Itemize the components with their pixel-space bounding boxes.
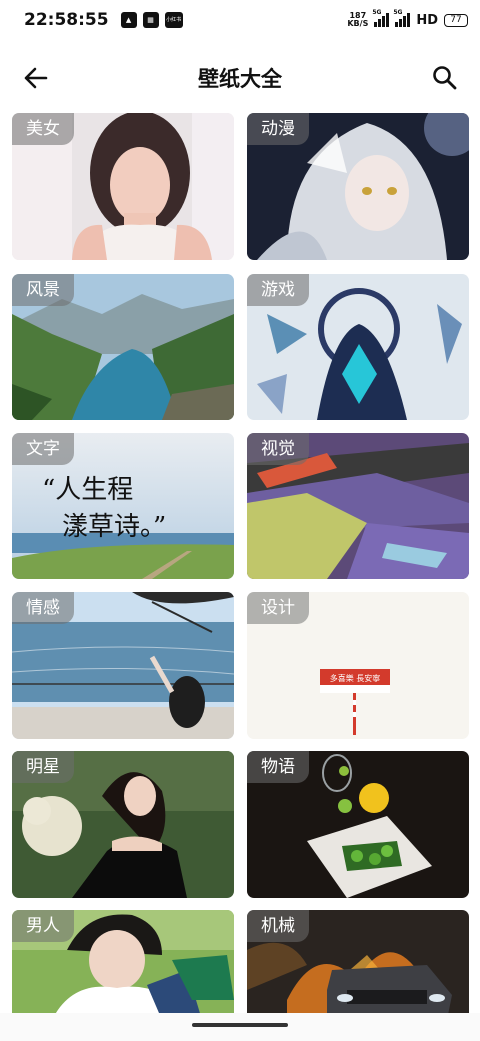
category-label: 情感 [12, 592, 74, 624]
news-app-icon: 小红书 [164, 12, 183, 28]
back-button[interactable] [20, 64, 52, 92]
net-speed: 187 KB/S [347, 11, 369, 28]
home-indicator[interactable] [192, 1023, 288, 1027]
category-card-men[interactable]: 男人 [12, 910, 234, 1013]
category-card-visual[interactable]: 视觉 [247, 433, 469, 579]
hd-indicator: HD [416, 12, 438, 28]
category-label: 机械 [247, 910, 309, 942]
category-label: 男人 [12, 910, 74, 942]
category-label: 视觉 [247, 433, 309, 465]
category-label: 文字 [12, 433, 74, 465]
app-icon: ▲ [120, 12, 137, 28]
top-app-bar: 壁纸大全 [0, 52, 480, 104]
category-label: 风景 [12, 274, 74, 306]
category-label: 物语 [247, 751, 309, 783]
category-card-games[interactable]: 游戏 [247, 274, 469, 420]
category-label: 美女 [12, 113, 74, 145]
category-label: 动漫 [247, 113, 309, 145]
search-icon [433, 66, 457, 90]
category-card-text[interactable]: “人生程 漾草诗。” 文字 [12, 433, 234, 579]
bottom-bar [0, 1013, 480, 1041]
search-button[interactable] [430, 64, 460, 92]
category-card-mechanical[interactable]: 机械 [247, 910, 469, 1013]
arrow-left-icon [24, 67, 48, 89]
category-label: 明星 [12, 751, 74, 783]
sign-text: 多喜樂 長安寧 [330, 673, 381, 683]
category-card-beauty[interactable]: 美女 [12, 113, 234, 260]
category-card-design[interactable]: 多喜樂 長安寧 设计 [247, 592, 469, 739]
category-grid: 美女 动漫 风景 游戏 “人生程 漾草诗。” 文字 视觉 情感 多喜樂 長安寧 … [0, 113, 480, 1013]
calligraphy-line-2: 漾草诗。” [62, 512, 166, 542]
category-card-celebrity[interactable]: 明星 [12, 751, 234, 898]
battery-level: 77 [450, 15, 462, 25]
status-time: 22:58:55 [24, 10, 109, 30]
battery-icon: 77 [444, 13, 468, 27]
signal-2-icon: 5G [393, 9, 411, 27]
signal-1-icon: 5G [372, 9, 390, 27]
notification-icons: ▲ ▦ 小红书 [120, 12, 183, 28]
category-label: 设计 [247, 592, 309, 624]
category-card-scenery[interactable]: 风景 [12, 274, 234, 420]
category-card-emotion[interactable]: 情感 [12, 592, 234, 739]
status-bar: 22:58:55 ▲ ▦ 小红书 187 KB/S 5G 5G HD 77 [0, 0, 480, 40]
category-label: 游戏 [247, 274, 309, 306]
qr-app-icon: ▦ [142, 12, 159, 28]
calligraphy-line-1: “人生程 [42, 475, 133, 505]
page-title: 壁纸大全 [198, 67, 282, 91]
category-card-anime[interactable]: 动漫 [247, 113, 469, 260]
category-card-story[interactable]: 物语 [247, 751, 469, 898]
